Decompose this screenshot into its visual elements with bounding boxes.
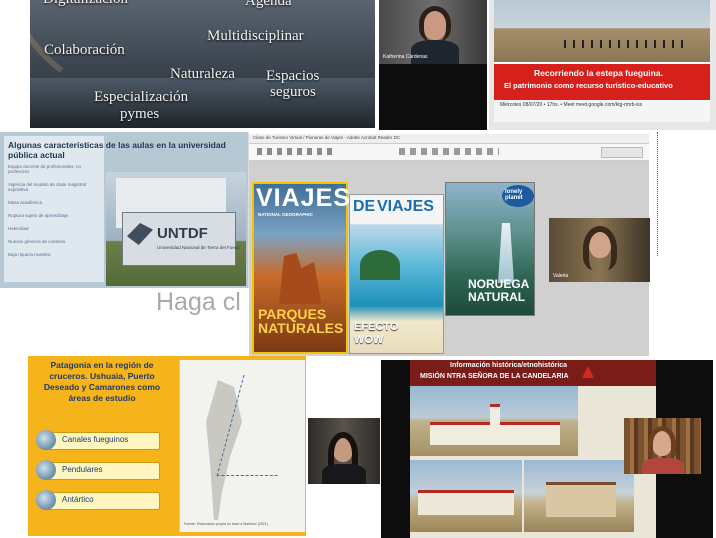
waterfall-image bbox=[498, 223, 514, 283]
word-colaboracion: Colaboración bbox=[44, 42, 125, 58]
island-image bbox=[360, 250, 400, 280]
untdf-bullet: Nuevos géneros de contexto bbox=[8, 239, 66, 244]
estepa-subtitle: El patrimonio como recurso turístico-edu… bbox=[504, 81, 673, 90]
word-digitalizacion: Digitalización bbox=[43, 0, 128, 8]
untdf-bullet: Baja riqueza muestra bbox=[8, 252, 51, 257]
item-label: Antártico bbox=[62, 495, 94, 504]
monument-rock-image bbox=[279, 253, 322, 304]
magazine-cover-lonely-planet: lonely planet NORUEGA NATURAL bbox=[445, 182, 535, 316]
word-espacios: Espacios bbox=[266, 68, 320, 84]
mag3-brand: lonely planet bbox=[505, 189, 523, 201]
word-pymes: pymes bbox=[120, 106, 160, 122]
untdf-bullet: Heteroliad bbox=[8, 226, 29, 231]
item-label: Canales fueguinos bbox=[62, 435, 129, 444]
hikers-group bbox=[564, 40, 684, 48]
hist-subheading: MISIÓN NTRA SEÑORA DE LA CANDELARIA bbox=[420, 373, 569, 380]
lonely-planet-logo: lonely planet bbox=[502, 185, 534, 207]
untdf-bullet: Equipo docente de profesionales, no prof… bbox=[8, 164, 82, 174]
magazine-cover-viajes-ng: VIAJES NATIONAL GEOGRAPHIC PARQUES NATUR… bbox=[252, 182, 351, 354]
lake-image bbox=[30, 78, 375, 128]
mag1-brand: NATIONAL GEOGRAPHIC bbox=[258, 212, 313, 217]
mag2-cover-line2: WOW bbox=[354, 334, 384, 346]
list-item-canales: Canales fueguinos bbox=[36, 430, 160, 450]
untdf-heading: Algunas características de las aulas en … bbox=[8, 140, 226, 160]
church-tower bbox=[490, 404, 500, 427]
participant-video-tile[interactable] bbox=[624, 418, 701, 474]
estepa-photo bbox=[494, 0, 710, 62]
list-item-antartico: Antártico bbox=[36, 490, 160, 510]
mag3-cover-line2: NATURAL bbox=[468, 290, 526, 304]
untdf-bullet: Masa académica bbox=[8, 200, 43, 205]
slide-keywords-tile: Digitalización Agenda Colaboración Multi… bbox=[30, 0, 375, 128]
share-button[interactable] bbox=[601, 147, 643, 158]
estancia-photo bbox=[524, 460, 634, 532]
participant-name: Valeria bbox=[553, 273, 569, 279]
participant-shoulders bbox=[642, 458, 684, 474]
bird-logo-icon bbox=[127, 223, 153, 245]
participant-video-tile[interactable]: Valeria bbox=[549, 218, 650, 282]
antarctic-thumbnail bbox=[36, 490, 56, 510]
mag2-cover-line1: EFECTO bbox=[354, 321, 399, 333]
triangle-icon bbox=[582, 366, 594, 378]
patagonia-slide-tile: Patagonia en la región de cruceros. Ushu… bbox=[28, 356, 306, 536]
estepa-flyer-tile: Recorriendo la estepa fueguina. El patri… bbox=[489, 0, 716, 130]
window-title: Clase de Turismo Virtual / Pioneras de V… bbox=[253, 135, 401, 140]
patagonia-heading: Patagonia en la región de cruceros. Ushu… bbox=[43, 360, 161, 403]
mag2-title-de: DE bbox=[353, 198, 376, 215]
word-multidisciplinar: Multidisciplinar bbox=[207, 28, 304, 44]
estancia-building bbox=[546, 482, 616, 517]
map-caption: Fuente: Elaboración propia en base a Mar… bbox=[184, 522, 268, 526]
untdf-sign-sub: Universidad Nacional de Tierra del Fuego bbox=[157, 245, 240, 250]
estepa-date: Miércoles 08/07/20 • 17hs. • Meet meet.g… bbox=[500, 102, 643, 108]
window-titlebar: Clase de Turismo Virtual / Pioneras de V… bbox=[249, 134, 649, 144]
untdf-sign-board: UNTDF Universidad Nacional de Tierra del… bbox=[122, 212, 240, 266]
placeholder-text: Haga cl bbox=[156, 288, 241, 316]
empty-video-tile bbox=[379, 64, 487, 130]
mag1-cover-line2: NATURALES bbox=[258, 320, 344, 336]
word-especializacion: Especialización bbox=[94, 89, 189, 105]
untdf-bullet: Vigencia del modelo de clase magistral e… bbox=[8, 182, 86, 192]
participant-shoulders bbox=[411, 40, 459, 64]
mag3-cover-line1: NORUEGA bbox=[468, 277, 530, 291]
cruise-routes-map: Fuente: Elaboración propia en base a Mar… bbox=[179, 360, 305, 532]
participant-hair bbox=[648, 426, 676, 462]
word-agenda: Agenda bbox=[245, 0, 292, 9]
untdf-slide-tile: UNTDF Universidad Nacional de Tierra del… bbox=[0, 132, 249, 288]
word-seguros: seguros bbox=[270, 84, 316, 100]
historical-slide: Información histórica/etnohistórica MISI… bbox=[410, 360, 656, 538]
untdf-bullet-list: Equipo docente de profesionales, no prof… bbox=[8, 164, 100, 257]
toolbar-icons bbox=[257, 148, 337, 155]
toolbar-nav-icons bbox=[399, 148, 499, 155]
historical-header: Información histórica/etnohistórica MISI… bbox=[410, 360, 656, 386]
university-building-photo: UNTDF Universidad Nacional de Tierra del… bbox=[106, 172, 246, 286]
untdf-sign-text: UNTDF bbox=[157, 225, 208, 242]
untdf-text-panel: Algunas características de las aulas en … bbox=[4, 136, 226, 282]
participant-hair bbox=[583, 226, 617, 270]
school-photo bbox=[410, 460, 522, 532]
participant-video-tile[interactable] bbox=[308, 418, 380, 484]
divider-line bbox=[657, 132, 658, 256]
item-label: Pendulares bbox=[62, 465, 103, 474]
mission-photo bbox=[410, 378, 578, 456]
mag2-title-main: VIAJES bbox=[377, 198, 434, 215]
participant-shoulders bbox=[322, 464, 366, 484]
participant-hair bbox=[419, 6, 451, 42]
magazine-cover-de-viajes: DE VIAJES EFECTO WOW bbox=[349, 194, 444, 354]
estepa-banner: Recorriendo la estepa fueguina. El patri… bbox=[494, 62, 710, 102]
estepa-title: Recorriendo la estepa fueguina. bbox=[534, 68, 663, 78]
participant-name: Katherina Cárdenas bbox=[383, 54, 428, 60]
ship-thumbnail bbox=[36, 460, 56, 480]
school-building bbox=[418, 490, 514, 515]
mag1-title: VIAJES bbox=[256, 184, 351, 212]
estepa-footer: Miércoles 08/07/20 • 17hs. • Meet meet.g… bbox=[494, 100, 710, 122]
pdf-toolbar bbox=[249, 144, 649, 161]
untdf-bullet: Ruptura sujeto de aprendizaje bbox=[8, 213, 69, 218]
participant-video-tile[interactable]: Katherina Cárdenas bbox=[379, 0, 487, 64]
glacier-thumbnail bbox=[36, 430, 56, 450]
word-naturaleza: Naturaleza bbox=[170, 66, 235, 82]
hist-heading: Información histórica/etnohistórica bbox=[450, 362, 568, 369]
list-item-pendulares: Pendulares bbox=[36, 460, 160, 480]
